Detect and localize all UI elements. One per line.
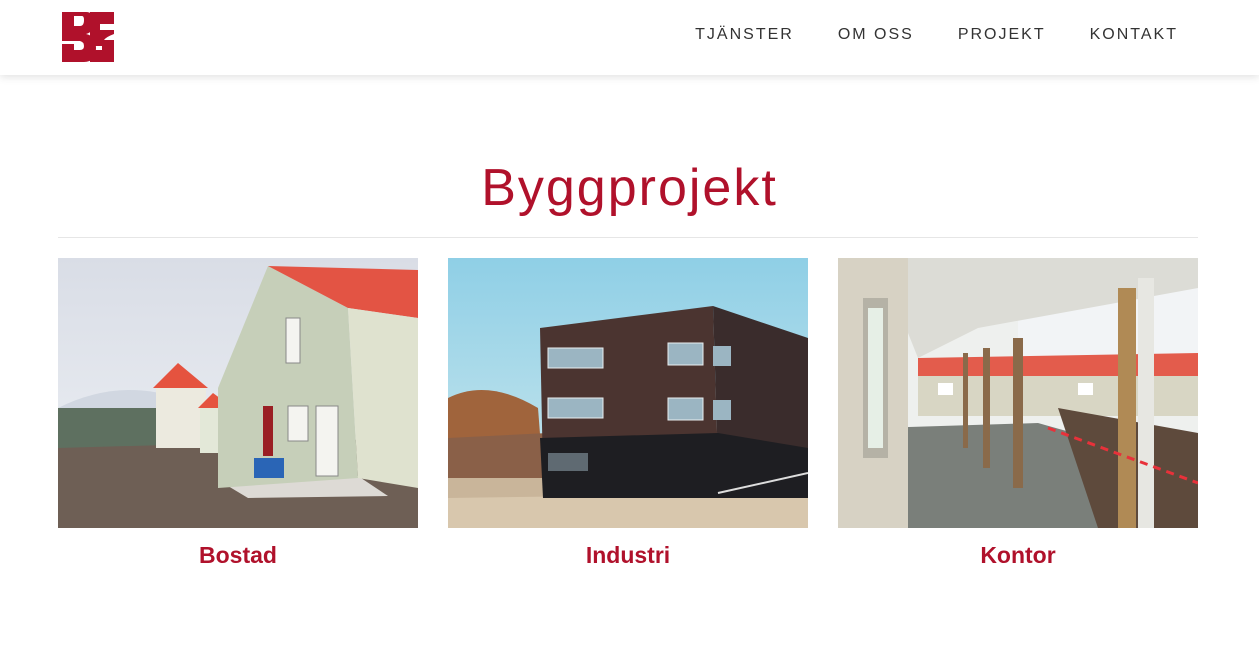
page-title: Byggprojekt: [481, 159, 778, 217]
nav-link-tjanster[interactable]: TJÄNSTER: [695, 26, 794, 44]
project-card-bostad[interactable]: Bostad: [58, 258, 418, 569]
project-label-bostad[interactable]: Bostad: [58, 542, 418, 569]
project-label-kontor[interactable]: Kontor: [838, 542, 1198, 569]
house-photo[interactable]: [58, 258, 418, 528]
title-divider: [58, 237, 1198, 238]
project-card-industri[interactable]: Industri: [448, 258, 808, 569]
project-card-kontor[interactable]: Kontor: [838, 258, 1198, 569]
main-nav: TJÄNSTER OM OSS PROJEKT KONTAKT: [695, 0, 1178, 70]
project-label-industri[interactable]: Industri: [448, 542, 808, 569]
nav-link-om-oss[interactable]: OM OSS: [838, 26, 914, 44]
nav-link-kontakt[interactable]: KONTAKT: [1090, 26, 1178, 44]
company-logo[interactable]: [60, 10, 114, 63]
industrial-building-photo[interactable]: [448, 258, 808, 528]
office-veranda-photo[interactable]: [838, 258, 1198, 528]
nav-link-projekt[interactable]: PROJEKT: [958, 26, 1046, 44]
site-header: TJÄNSTER OM OSS PROJEKT KONTAKT: [0, 0, 1259, 75]
